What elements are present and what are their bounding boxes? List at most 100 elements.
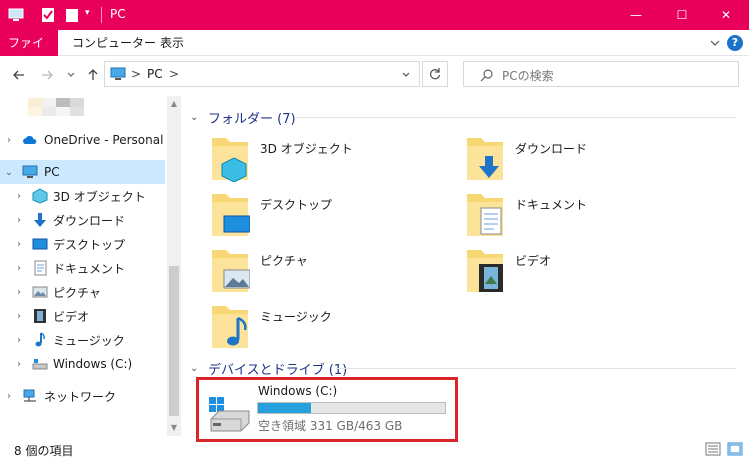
drive-usage-bar bbox=[257, 402, 446, 414]
sidebar-item-pictures[interactable]: › ピクチャ bbox=[0, 280, 165, 304]
expand-icon[interactable]: › bbox=[14, 359, 24, 370]
forward-button[interactable] bbox=[38, 66, 56, 84]
details-view-icon[interactable] bbox=[705, 442, 721, 456]
sidebar-item-desktop[interactable]: › デスクトップ bbox=[0, 232, 165, 256]
arrow-right-icon bbox=[42, 70, 53, 80]
drive-free-space: 空き領域 331 GB/463 GB bbox=[258, 419, 403, 433]
network-icon bbox=[23, 389, 36, 402]
drive-usage-fill bbox=[258, 403, 312, 413]
3d-objects-icon bbox=[32, 188, 48, 204]
expand-icon[interactable]: › bbox=[14, 263, 24, 274]
expand-icon[interactable]: › bbox=[14, 191, 24, 202]
sidebar-item-downloads[interactable]: › ダウンロード bbox=[0, 208, 165, 232]
divider bbox=[101, 7, 102, 23]
maximize-button[interactable]: ☐ bbox=[659, 0, 705, 30]
search-box[interactable]: PCの検索 bbox=[463, 61, 739, 87]
divider bbox=[296, 117, 736, 118]
recent-locations-button[interactable] bbox=[62, 66, 80, 84]
sidebar-item-windows-c[interactable]: › Windows (C:) bbox=[0, 352, 165, 376]
arrow-left-icon bbox=[13, 70, 24, 80]
tab-file[interactable]: ファイル bbox=[0, 30, 58, 76]
quick-access-dropdown-icon[interactable]: ▾ bbox=[85, 8, 90, 18]
expand-icon[interactable]: › bbox=[4, 391, 14, 402]
breadcrumb-separator[interactable]: > bbox=[131, 67, 141, 81]
pc-icon bbox=[110, 67, 126, 80]
downloads-folder-icon bbox=[467, 138, 503, 180]
3d-objects-folder-icon bbox=[212, 138, 248, 182]
back-button[interactable] bbox=[10, 66, 28, 84]
title-bar: ▾ PC — ☐ ✕ bbox=[0, 0, 749, 30]
folder-3d-objects[interactable]: 3D オブジェクト bbox=[210, 136, 450, 186]
nav-scrollbar[interactable]: ▲ ▼ bbox=[167, 96, 181, 436]
close-button[interactable]: ✕ bbox=[703, 0, 749, 30]
scroll-up-arrow[interactable]: ▲ bbox=[169, 99, 179, 109]
drive-c-icon[interactable] bbox=[207, 393, 251, 435]
videos-icon bbox=[34, 309, 46, 323]
collapse-icon[interactable]: ⌄ bbox=[4, 167, 14, 178]
folder-music[interactable]: ミュージック bbox=[210, 304, 450, 354]
large-icons-view-icon[interactable] bbox=[727, 442, 743, 456]
documents-icon bbox=[34, 260, 47, 276]
expand-icon[interactable]: › bbox=[14, 335, 24, 346]
up-button[interactable] bbox=[84, 66, 102, 84]
ribbon: ファイル コンピューター 表示 ? bbox=[0, 30, 749, 76]
window-title: PC bbox=[110, 7, 126, 21]
onedrive-icon bbox=[23, 135, 37, 144]
drive-icon bbox=[32, 359, 48, 370]
download-icon bbox=[34, 213, 46, 227]
collapse-icon[interactable]: ⌄ bbox=[190, 363, 202, 374]
refresh-icon bbox=[429, 68, 441, 80]
properties-icon[interactable] bbox=[40, 7, 56, 23]
videos-folder-icon bbox=[467, 250, 503, 292]
documents-folder-icon bbox=[467, 194, 503, 236]
expand-icon[interactable]: › bbox=[14, 215, 24, 226]
pc-icon[interactable] bbox=[8, 7, 24, 23]
help-icon[interactable]: ? bbox=[727, 35, 743, 51]
expand-icon[interactable]: › bbox=[14, 287, 24, 298]
sidebar-item-network[interactable]: › ネットワーク bbox=[0, 384, 165, 408]
scroll-thumb[interactable] bbox=[169, 266, 179, 416]
sidebar-item-onedrive[interactable]: › OneDrive - Personal bbox=[0, 128, 165, 152]
sidebar-item-videos[interactable]: › ビデオ bbox=[0, 304, 165, 328]
chevron-down-icon bbox=[67, 72, 75, 77]
minimize-button[interactable]: — bbox=[613, 0, 659, 30]
navigation-pane: › OneDrive - Personal ⌄ PC › 3D オブジェクト ›… bbox=[0, 96, 180, 436]
expand-icon[interactable]: › bbox=[4, 135, 14, 146]
music-folder-icon bbox=[212, 306, 248, 348]
search-icon bbox=[480, 69, 493, 82]
breadcrumb-separator[interactable]: > bbox=[169, 67, 179, 81]
sidebar-item-documents[interactable]: › ドキュメント bbox=[0, 256, 165, 280]
pictures-folder-icon bbox=[212, 250, 250, 292]
pc-icon bbox=[22, 165, 38, 178]
expand-icon[interactable]: › bbox=[14, 311, 24, 322]
folders-group-header[interactable]: ⌄ フォルダー (7) bbox=[190, 108, 296, 127]
folder-downloads[interactable]: ダウンロード bbox=[465, 136, 705, 186]
breadcrumb-pc[interactable]: PC bbox=[147, 67, 163, 81]
music-icon bbox=[35, 332, 45, 347]
chevron-down-icon[interactable] bbox=[709, 37, 721, 49]
chevron-down-icon[interactable] bbox=[401, 70, 411, 80]
drive-name[interactable]: Windows (C:) bbox=[258, 384, 337, 398]
sidebar-item-pc[interactable]: ⌄ PC bbox=[0, 160, 165, 184]
item-count: 8 個の項目 bbox=[14, 444, 74, 458]
divider bbox=[336, 368, 736, 369]
expand-icon[interactable]: › bbox=[14, 239, 24, 250]
folder-desktop[interactable]: デスクトップ bbox=[210, 192, 450, 242]
folder-documents[interactable]: ドキュメント bbox=[465, 192, 705, 242]
tab-view[interactable]: 表示 bbox=[150, 30, 194, 56]
search-input[interactable]: PCの検索 bbox=[502, 67, 554, 84]
sidebar-item-3d-objects[interactable]: › 3D オブジェクト bbox=[0, 184, 165, 208]
sidebar-item-music[interactable]: › ミュージック bbox=[0, 328, 165, 352]
refresh-button[interactable] bbox=[422, 61, 448, 87]
address-bar[interactable]: > PC > bbox=[104, 61, 420, 87]
folder-videos[interactable]: ビデオ bbox=[465, 248, 705, 298]
scroll-down-arrow[interactable]: ▼ bbox=[169, 423, 179, 433]
drives-group-header[interactable]: ⌄ デバイスとドライブ (1) bbox=[190, 359, 347, 378]
pictures-icon bbox=[32, 286, 48, 298]
collapse-icon[interactable]: ⌄ bbox=[190, 112, 202, 123]
arrow-up-icon bbox=[88, 69, 98, 80]
status-bar: 8 個の項目 bbox=[0, 438, 749, 461]
desktop-icon bbox=[32, 238, 48, 250]
new-folder-icon[interactable] bbox=[64, 7, 80, 23]
folder-pictures[interactable]: ピクチャ bbox=[210, 248, 450, 298]
